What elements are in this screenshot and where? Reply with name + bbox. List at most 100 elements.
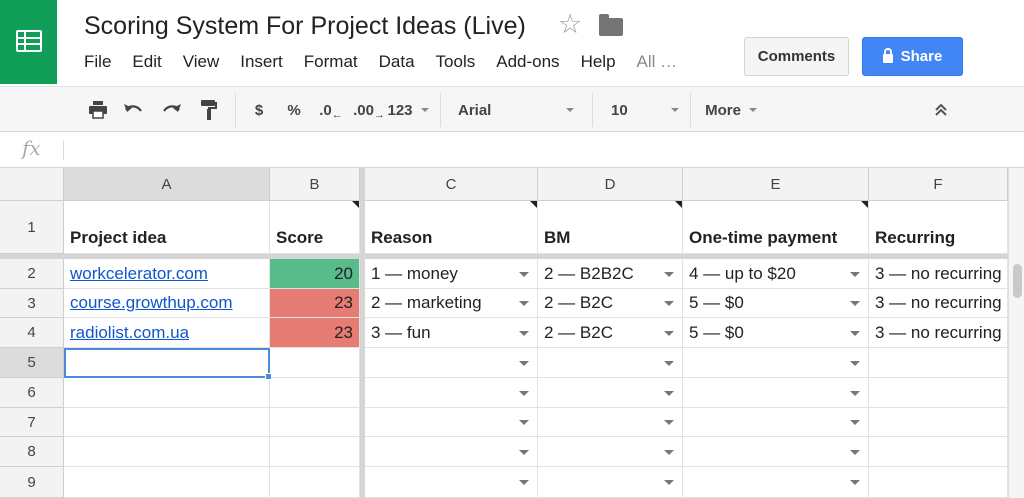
empty-cell[interactable] <box>270 378 360 408</box>
menu-all-changes[interactable]: All … <box>637 52 678 74</box>
dropdown-arrow-icon[interactable] <box>850 330 860 336</box>
row-header-2[interactable]: 2 <box>0 259 64 289</box>
bm-dropdown-cell[interactable]: 2 — B2B2C <box>538 259 683 289</box>
bm-dropdown-cell[interactable] <box>538 437 683 467</box>
empty-cell[interactable] <box>270 437 360 467</box>
font-family-dropdown[interactable]: Arial <box>448 87 584 133</box>
recurring-dropdown-cell[interactable]: 3 — no recurring <box>869 289 1008 318</box>
undo-icon[interactable] <box>119 87 147 133</box>
dropdown-arrow-icon[interactable] <box>664 271 674 277</box>
row-header-6[interactable]: 6 <box>0 378 64 408</box>
sheets-logo-icon[interactable] <box>0 0 57 84</box>
formula-input[interactable] <box>76 132 1024 168</box>
dropdown-arrow-icon[interactable] <box>519 449 529 455</box>
select-all-corner[interactable] <box>0 168 64 201</box>
fill-handle[interactable] <box>265 373 272 380</box>
row-header-8[interactable]: 8 <box>0 437 64 467</box>
dropdown-arrow-icon[interactable] <box>850 301 860 306</box>
project-link-cell[interactable]: workcelerator.com <box>64 259 270 289</box>
currency-format-button[interactable]: $ <box>248 87 270 133</box>
reason-dropdown-cell[interactable] <box>365 467 538 498</box>
redo-icon[interactable] <box>158 87 186 133</box>
dropdown-arrow-icon[interactable] <box>850 480 860 485</box>
dropdown-arrow-icon[interactable] <box>519 360 529 366</box>
one-time-payment-dropdown-cell[interactable]: 5 — $0 <box>683 289 869 318</box>
empty-cell[interactable] <box>869 467 1008 498</box>
dropdown-arrow-icon[interactable] <box>850 420 860 425</box>
bm-dropdown-cell[interactable] <box>538 378 683 408</box>
vertical-scrollbar[interactable] <box>1008 168 1024 498</box>
bm-dropdown-cell[interactable]: 2 — B2C <box>538 318 683 348</box>
comments-button[interactable]: Comments <box>744 37 849 76</box>
menu-insert[interactable]: Insert <box>240 52 283 74</box>
menu-data[interactable]: Data <box>379 52 415 74</box>
column-header-f[interactable]: F <box>869 168 1008 201</box>
dropdown-arrow-icon[interactable] <box>850 360 860 366</box>
dropdown-arrow-icon[interactable] <box>664 301 674 306</box>
one-time-payment-dropdown-cell[interactable] <box>683 378 869 408</box>
dropdown-arrow-icon[interactable] <box>519 330 529 336</box>
row-header-7[interactable]: 7 <box>0 408 64 437</box>
header-cell-score[interactable]: Score <box>270 201 360 254</box>
empty-cell[interactable] <box>64 378 270 408</box>
bm-dropdown-cell[interactable] <box>538 408 683 437</box>
menu-format[interactable]: Format <box>304 52 358 74</box>
header-cell-recurring[interactable]: Recurring <box>869 201 1008 254</box>
star-icon[interactable]: ☆ <box>558 11 582 38</box>
empty-cell[interactable] <box>869 378 1008 408</box>
empty-cell[interactable] <box>270 348 360 378</box>
bm-dropdown-cell[interactable] <box>538 467 683 498</box>
paint-format-icon[interactable] <box>195 87 223 133</box>
project-link-cell[interactable]: radiolist.com.ua <box>64 318 270 348</box>
score-cell[interactable]: 23 <box>270 318 360 348</box>
dropdown-arrow-icon[interactable] <box>519 390 529 396</box>
header-cell-bm[interactable]: BM <box>538 201 683 254</box>
percent-format-button[interactable]: % <box>282 87 306 133</box>
dropdown-arrow-icon[interactable] <box>850 390 860 396</box>
empty-cell[interactable] <box>869 437 1008 467</box>
print-icon[interactable] <box>84 87 112 133</box>
font-size-dropdown[interactable]: 10 <box>603 87 687 133</box>
dropdown-arrow-icon[interactable] <box>664 449 674 455</box>
collapse-toolbar-icon[interactable] <box>926 87 956 133</box>
one-time-payment-dropdown-cell[interactable] <box>683 348 869 378</box>
decrease-decimal-button[interactable]: .0 ← <box>316 87 346 133</box>
one-time-payment-dropdown-cell[interactable]: 4 — up to $20 <box>683 259 869 289</box>
document-title[interactable]: Scoring System For Project Ideas (Live) <box>84 12 526 41</box>
row-header-9[interactable]: 9 <box>0 467 64 498</box>
column-header-b[interactable]: B <box>270 168 360 201</box>
reason-dropdown-cell[interactable]: 3 — fun <box>365 318 538 348</box>
project-link-cell[interactable]: course.growthup.com <box>64 289 270 318</box>
header-cell-one-time-payment[interactable]: One-time payment <box>683 201 869 254</box>
reason-dropdown-cell[interactable]: 2 — marketing <box>365 289 538 318</box>
reason-dropdown-cell[interactable] <box>365 437 538 467</box>
empty-cell[interactable] <box>869 408 1008 437</box>
dropdown-arrow-icon[interactable] <box>664 360 674 366</box>
column-header-c[interactable]: C <box>365 168 538 201</box>
row-header-3[interactable]: 3 <box>0 289 64 318</box>
row-header-1[interactable]: 1 <box>0 201 64 254</box>
row-header-4[interactable]: 4 <box>0 318 64 348</box>
scrollbar-thumb[interactable] <box>1013 264 1022 298</box>
dropdown-arrow-icon[interactable] <box>519 271 529 277</box>
recurring-dropdown-cell[interactable]: 3 — no recurring <box>869 318 1008 348</box>
number-format-dropdown[interactable]: 123 <box>386 87 430 133</box>
dropdown-arrow-icon[interactable] <box>664 420 674 425</box>
share-button[interactable]: Share <box>862 37 963 76</box>
reason-dropdown-cell[interactable] <box>365 348 538 378</box>
header-cell-project-idea[interactable]: Project idea <box>64 201 270 254</box>
reason-dropdown-cell[interactable]: 1 — money <box>365 259 538 289</box>
dropdown-arrow-icon[interactable] <box>519 420 529 425</box>
empty-cell[interactable] <box>270 467 360 498</box>
dropdown-arrow-icon[interactable] <box>664 480 674 485</box>
column-header-d[interactable]: D <box>538 168 683 201</box>
score-cell[interactable]: 20 <box>270 259 360 289</box>
recurring-dropdown-cell[interactable]: 3 — no recurring <box>869 259 1008 289</box>
active-cell-selection[interactable] <box>64 348 270 378</box>
menu-tools[interactable]: Tools <box>436 52 476 74</box>
more-dropdown[interactable]: More <box>695 87 767 133</box>
menu-add-ons[interactable]: Add-ons <box>496 52 559 74</box>
empty-cell[interactable] <box>64 437 270 467</box>
folder-icon[interactable] <box>599 14 623 36</box>
dropdown-arrow-icon[interactable] <box>664 390 674 396</box>
